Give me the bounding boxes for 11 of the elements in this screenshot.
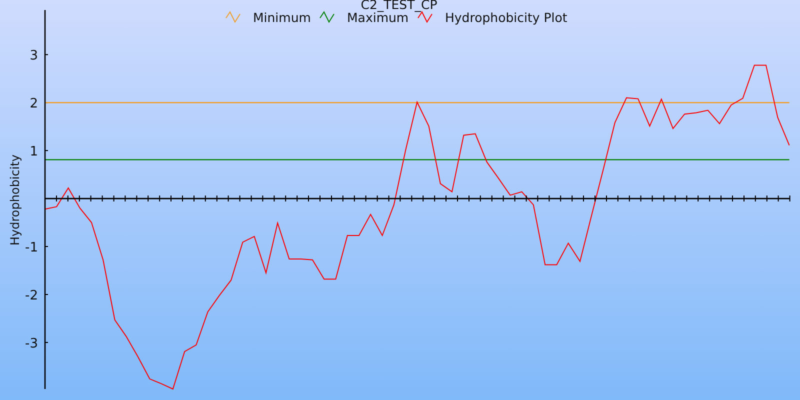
y-tick-label: -3: [25, 336, 38, 352]
chart-title: C2_TEST_CP: [360, 0, 438, 12]
y-axis-label: Hydrophobicity: [8, 154, 22, 246]
y-tick-label: -1: [25, 240, 38, 256]
y-tick-label: 3: [30, 48, 38, 64]
y-tick-label: -2: [25, 288, 38, 304]
legend-label: Maximum: [347, 10, 409, 25]
y-tick-label: 2: [30, 96, 38, 112]
legend-label: Hydrophobicity Plot: [445, 10, 568, 25]
legend-label: Minimum: [253, 10, 311, 25]
y-tick-label: 1: [30, 144, 38, 160]
